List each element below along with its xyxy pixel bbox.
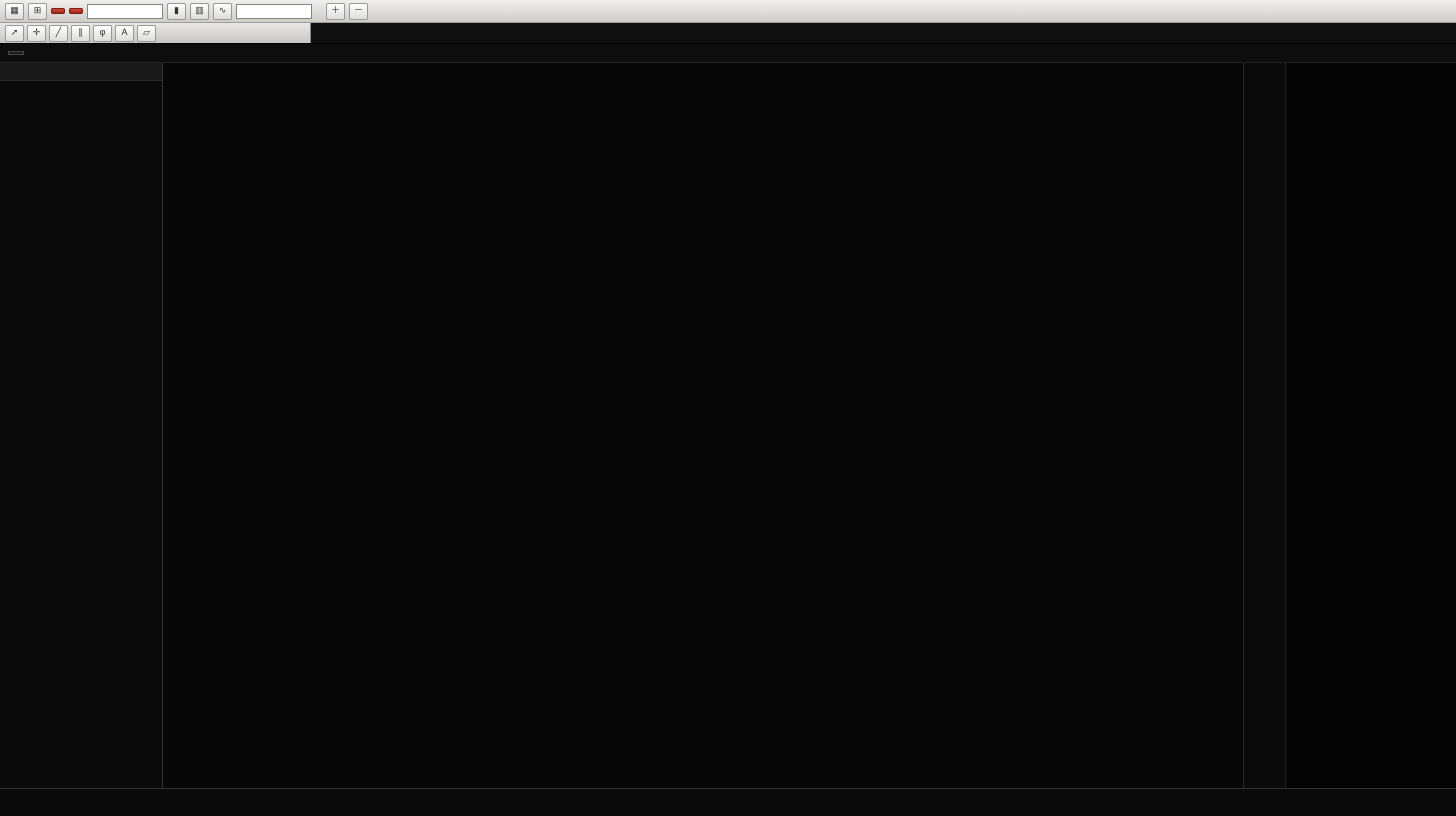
price-axis[interactable] [1243, 63, 1285, 788]
time-axis[interactable] [0, 788, 1456, 816]
menu-strip [311, 23, 1456, 43]
news-panel [1285, 63, 1456, 788]
channel-tool-icon[interactable]: ∥ [71, 25, 90, 42]
buy-button[interactable] [69, 8, 83, 14]
candlestick-chart-canvas[interactable] [163, 63, 1243, 788]
line-chart-icon[interactable]: ∿ [213, 3, 232, 20]
sell-button[interactable] [51, 8, 65, 14]
market-watch-sidebar [0, 63, 163, 788]
crosshair-tool-icon[interactable]: ✛ [27, 25, 46, 42]
zoom-out-icon[interactable]: － [349, 3, 368, 20]
lot-size-input[interactable] [87, 4, 163, 19]
candle-chart-icon[interactable]: ▮ [167, 3, 186, 20]
zoom-in-icon[interactable]: ＋ [326, 3, 345, 20]
chart-area [163, 63, 1243, 788]
main-toolbar: ▦ ⊞ ▮ ▥ ∿ ＋ － [0, 0, 1456, 23]
secondary-toolbar: ➚ ✛ ╱ ∥ φ A ▱ [0, 23, 1456, 44]
trendline-tool-icon[interactable]: ╱ [49, 25, 68, 42]
drawing-tools: ➚ ✛ ╱ ∥ φ A ▱ [0, 23, 311, 43]
shapes-tool-icon[interactable]: ▱ [137, 25, 156, 42]
symbol-search-input[interactable] [236, 4, 312, 19]
sidebar-header[interactable] [0, 63, 162, 81]
trading-terminal-window: ▦ ⊞ ▮ ▥ ∿ ＋ － ➚ ✛ ╱ ∥ φ A ▱ [0, 0, 1456, 816]
fibonacci-tool-icon[interactable]: φ [93, 25, 112, 42]
main-layout [0, 63, 1456, 788]
chart-window-icon[interactable]: ⊞ [28, 3, 47, 20]
cursor-tool-icon[interactable]: ➚ [5, 25, 24, 42]
new-order-icon[interactable]: ▦ [5, 3, 24, 20]
chart-symbol-label[interactable] [8, 51, 24, 55]
bar-chart-icon[interactable]: ▥ [190, 3, 209, 20]
text-tool-icon[interactable]: A [115, 25, 134, 42]
chart-header-bar [0, 44, 1456, 63]
